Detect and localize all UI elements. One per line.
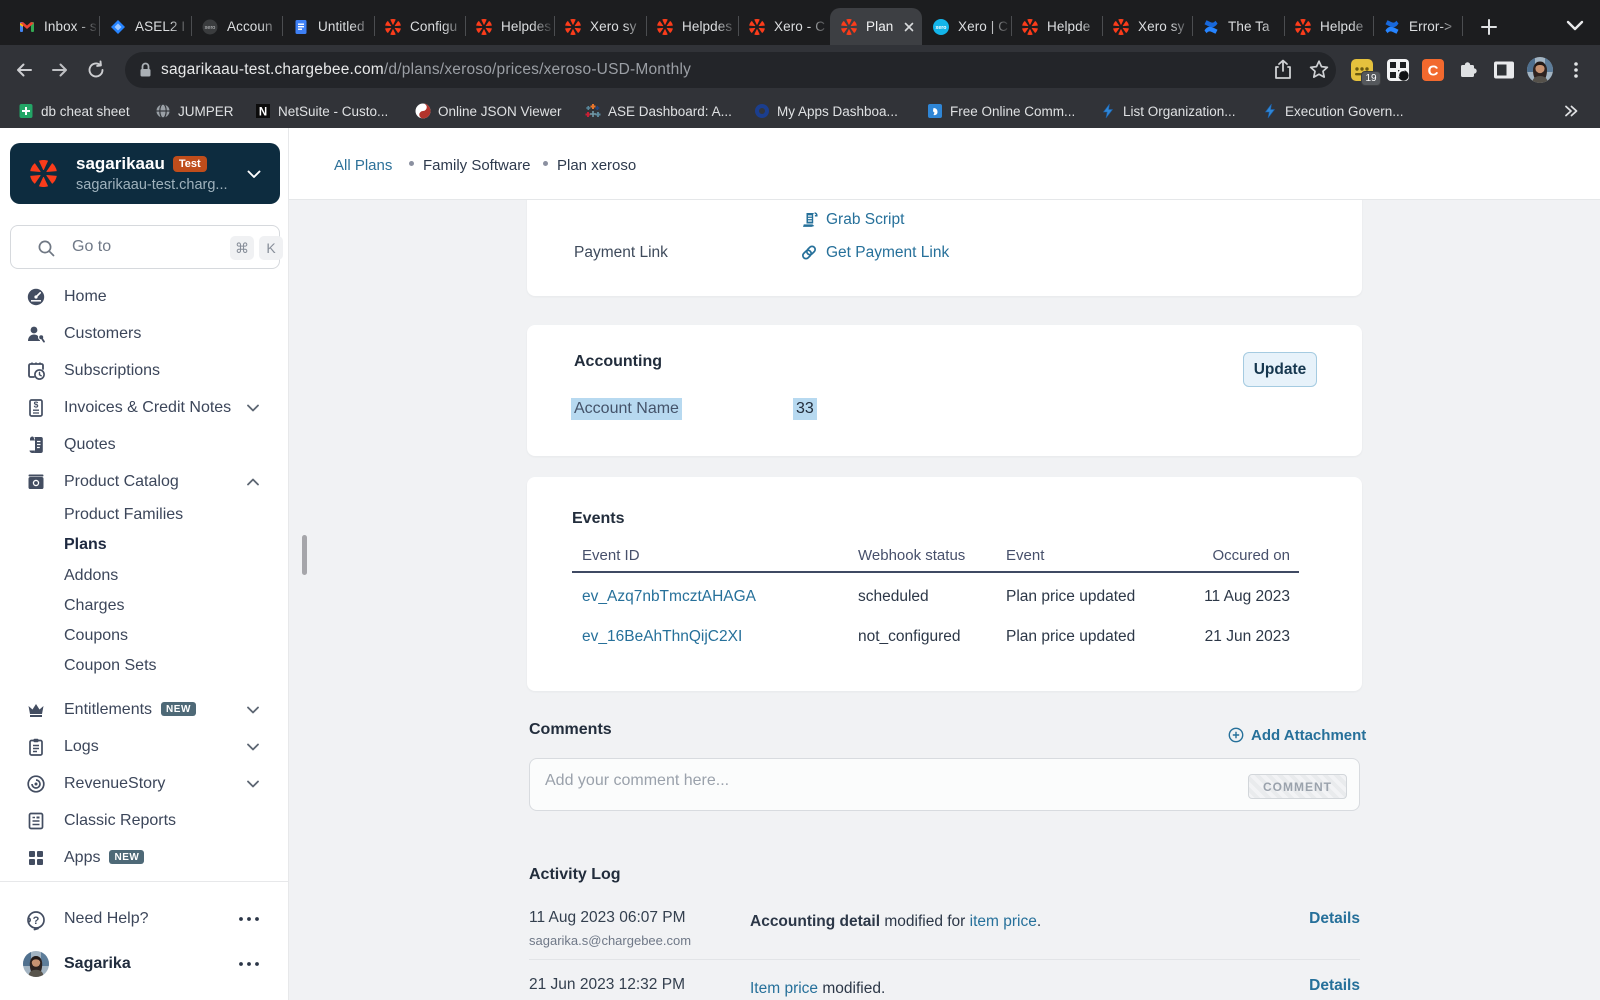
svg-text:?: ?: [33, 915, 40, 927]
svg-text:xero: xero: [936, 25, 947, 31]
svg-text:N: N: [259, 106, 267, 118]
svg-text:C: C: [1428, 63, 1439, 80]
svg-text:xero: xero: [205, 25, 216, 31]
svg-text:$: $: [34, 400, 39, 410]
